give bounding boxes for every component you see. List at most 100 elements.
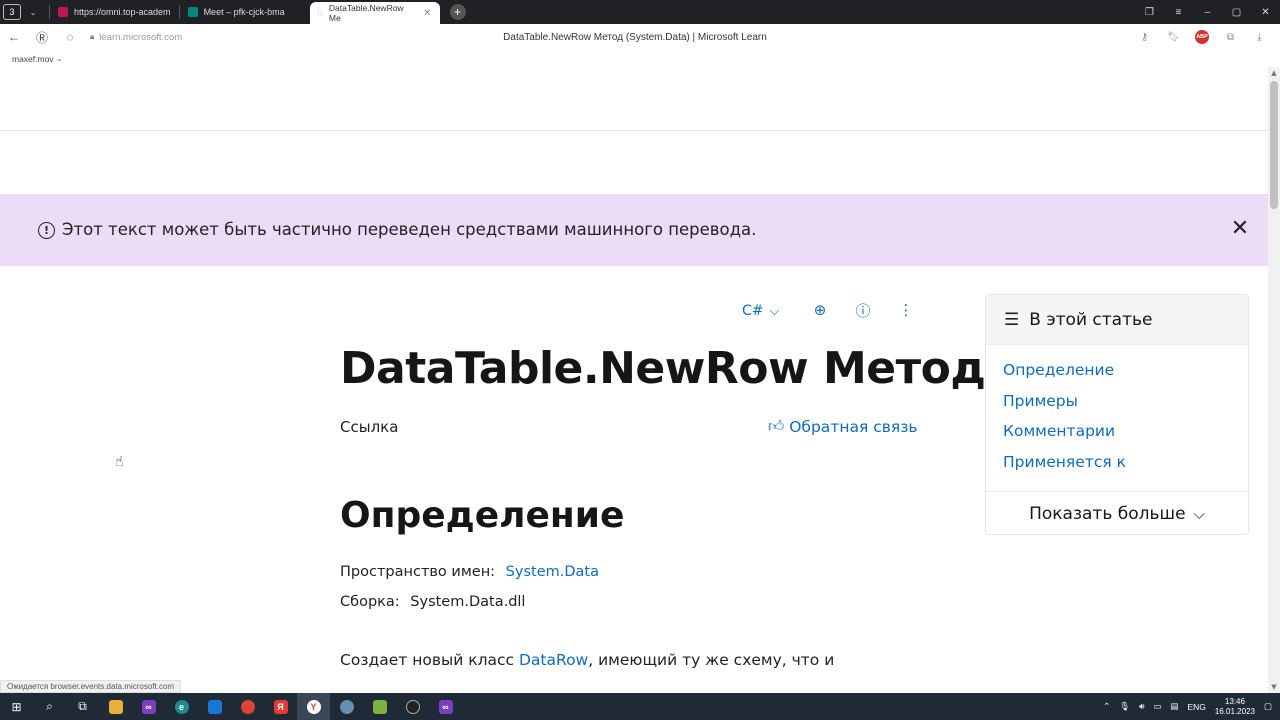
yandex-browser-icon[interactable]: Y: [297, 693, 330, 720]
windows-start-icon[interactable]: ⊞: [0, 693, 33, 720]
volume-icon[interactable]: 🔊︎: [1139, 701, 1144, 712]
chevron-down-icon: ⌵: [1193, 504, 1205, 523]
url-text: learn.microsoft.com: [99, 31, 183, 43]
language-indicator[interactable]: ENG: [1188, 702, 1206, 712]
file-explorer-icon[interactable]: [99, 693, 132, 720]
microphone-icon[interactable]: 🎙︎: [1119, 701, 1130, 712]
download-icon[interactable]: ⤓: [1245, 32, 1274, 43]
namespace-row: Пространство имен: System.Data: [340, 564, 599, 580]
globe-icon[interactable]: ⊕: [810, 300, 830, 320]
bookmarks-bar: maxef:mov ⌄: [0, 50, 1280, 67]
tab-count-badge[interactable]: 3: [3, 4, 21, 20]
new-tab-icon[interactable]: +: [449, 4, 466, 20]
adblock-icon[interactable]: ABP: [1195, 30, 1209, 44]
key-icon[interactable]: ⚷: [1130, 32, 1159, 43]
tab-title: DataTable.NewRow Ме: [328, 3, 404, 23]
assembly-label: Сборка:: [340, 594, 400, 610]
translation-banner: ! Этот текст может быть частично перевед…: [0, 194, 1268, 266]
summary-text: Создает новый класс DataRow, имеющий ту …: [340, 651, 834, 669]
toc-list: Определение Примеры Комментарии Применяе…: [986, 345, 1248, 483]
chevron-down-icon[interactable]: ⌄: [57, 55, 63, 63]
address-bar: ← Ⓡ ◌ 🔒︎ learn.microsoft.com DataTable.N…: [0, 24, 1280, 50]
loading-icon[interactable]: ◌: [56, 24, 84, 50]
tab-meet[interactable]: Meet – pfk-cjck-bma: [180, 0, 310, 24]
clock[interactable]: 13:46 16.01.2023: [1215, 697, 1255, 717]
notepad-plus-icon[interactable]: [363, 693, 396, 720]
close-banner-icon[interactable]: ✕: [1229, 214, 1251, 242]
url-field[interactable]: 🔒︎ learn.microsoft.com: [90, 32, 182, 43]
edge-icon[interactable]: e: [165, 693, 198, 720]
yandex-home-icon[interactable]: Ⓡ: [28, 24, 56, 50]
scroll-down-icon[interactable]: ▼: [1268, 681, 1280, 693]
language-label: C#: [742, 303, 764, 319]
chrome-icon[interactable]: [231, 693, 264, 720]
yandex-icon[interactable]: Я: [264, 693, 297, 720]
store-icon[interactable]: [198, 693, 231, 720]
address-bar-actions: ⚷ 🔖︎ ABP ⧉ ⤓: [1130, 30, 1274, 44]
system-tray: ⌃ 🎙︎ 🔊︎ ▭ ▤ ENG 13:46 16.01.2023 ▢: [1103, 697, 1280, 717]
chevron-down-icon: ⌵: [769, 303, 780, 319]
maximize-icon[interactable]: ▢: [1222, 0, 1251, 24]
scroll-up-icon[interactable]: ▲: [1268, 67, 1280, 79]
namespace-link[interactable]: System.Data: [506, 564, 599, 580]
close-window-icon[interactable]: ✕: [1251, 0, 1280, 24]
meet-favicon-icon: [187, 7, 198, 17]
notifications-icon[interactable]: ▢: [1264, 701, 1272, 712]
scroll-thumb[interactable]: [1270, 81, 1278, 209]
search-icon[interactable]: ⌕: [33, 693, 66, 720]
extensions-icon[interactable]: ⧉: [1216, 32, 1245, 43]
app-icon[interactable]: [330, 693, 363, 720]
site-favicon-icon: [58, 7, 68, 17]
visual-studio-2-icon[interactable]: ∞: [429, 693, 462, 720]
language-selector[interactable]: C# ⌵: [742, 303, 779, 319]
feedback-link[interactable]: 👍︎ Обратная связь: [768, 417, 918, 436]
status-bar: Ожидается browser.events.data.microsoft.…: [0, 680, 182, 693]
thumbs-up-icon: 👍︎: [768, 417, 785, 435]
more-options-icon[interactable]: ⋮: [896, 300, 916, 320]
bookmark-icon[interactable]: 🔖︎: [1159, 32, 1188, 43]
display-icon[interactable]: ▭: [1153, 701, 1161, 712]
reference-label: Ссылка: [340, 418, 399, 436]
back-icon[interactable]: ←: [0, 24, 28, 50]
show-more-label: Показать больше: [1029, 503, 1186, 524]
page-content: ! Этот текст может быть частично перевед…: [0, 67, 1268, 693]
show-more-button[interactable]: Показать больше ⌵: [986, 491, 1248, 535]
summary-suffix: , имеющий ту же схему, что и: [588, 651, 835, 669]
obs-icon[interactable]: [396, 693, 429, 720]
tab-learn[interactable]: ◌ DataTable.NewRow Ме ✕: [309, 2, 440, 24]
chevron-down-icon[interactable]: ⌄: [25, 4, 41, 20]
chevron-up-icon[interactable]: ⌃: [1103, 701, 1110, 712]
toc-item-examples[interactable]: Примеры: [1003, 392, 1248, 423]
feedback-info-icon[interactable]: ⓘ: [853, 300, 873, 320]
minimize-icon[interactable]: –: [1193, 0, 1222, 24]
window-title: DataTable.NewRow Метод (System.Data) | M…: [503, 31, 767, 43]
bookmark-item[interactable]: maxef:mov: [12, 54, 54, 64]
feedback-label: Обратная связь: [789, 417, 918, 436]
task-view-icon[interactable]: ⧉: [66, 693, 99, 720]
lock-icon: 🔒︎: [90, 32, 95, 41]
section-heading: Определение: [340, 495, 625, 536]
toc-title: В этой статье: [1029, 309, 1153, 330]
page-scrollbar[interactable]: ▲ ▼: [1268, 67, 1280, 693]
datarow-link[interactable]: DataRow: [519, 651, 588, 669]
collections-icon[interactable]: ❐: [1135, 0, 1164, 24]
in-this-article-panel: ☰ В этой статье Определение Примеры Комм…: [985, 294, 1249, 535]
clock-time: 13:46: [1224, 696, 1245, 706]
clock-date: 16.01.2023: [1214, 706, 1255, 716]
tab-omni[interactable]: https://omni.top-academ: [50, 0, 179, 24]
tab-title: Meet – pfk-cjck-bma: [203, 7, 285, 17]
header-divider: [0, 130, 1268, 131]
toc-item-definition[interactable]: Определение: [1003, 361, 1248, 392]
close-icon[interactable]: ✕: [423, 8, 431, 19]
network-icon[interactable]: ▤: [1170, 701, 1178, 712]
toc-item-remarks[interactable]: Комментарии: [1003, 422, 1248, 453]
toc-item-applies-to[interactable]: Применяется к: [1003, 453, 1248, 484]
menu-icon[interactable]: ≡: [1164, 0, 1193, 24]
list-icon: ☰: [1004, 309, 1020, 330]
info-icon: !: [38, 222, 55, 239]
summary-prefix: Создает новый класс: [340, 651, 519, 669]
browser-tab-bar: 3 ⌄ https://omni.top-academ Meet – pfk-c…: [0, 0, 1280, 24]
assembly-row: Сборка: System.Data.dll: [340, 594, 525, 610]
visual-studio-icon[interactable]: ∞: [132, 693, 165, 720]
window-controls: ❐ ≡ – ▢ ✕: [1135, 0, 1280, 24]
